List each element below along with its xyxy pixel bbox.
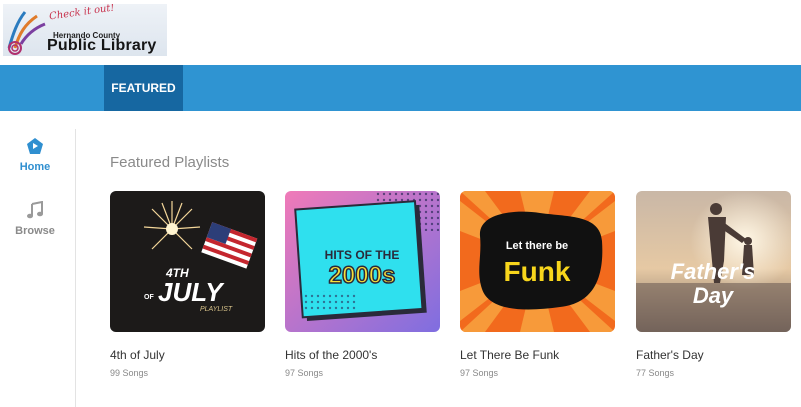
cover-text: 2000s	[329, 262, 396, 289]
playlist-song-count: 77 Songs	[636, 368, 675, 378]
sidebar-item-browse[interactable]: Browse	[0, 201, 70, 237]
playlist-song-count: 97 Songs	[285, 368, 324, 378]
playlist-song-count: 97 Songs	[460, 368, 499, 378]
sidebar-item-label: Browse	[15, 225, 55, 237]
playlist-card[interactable]: 4TH OF JULY PLAYLIST 4th of July 99 Song…	[110, 191, 265, 378]
logo-book-icon	[7, 11, 46, 55]
playlist-cover[interactable]: Father's Day	[636, 191, 791, 332]
cover-text: OF	[144, 294, 154, 301]
playlist-title[interactable]: Let There Be Funk	[460, 348, 615, 362]
section-title: Featured Playlists	[110, 154, 230, 171]
playlist-title[interactable]: Hits of the 2000's	[285, 348, 440, 362]
playlist-cover[interactable]: Let there be Funk	[460, 191, 615, 332]
sidebar-divider	[75, 129, 76, 407]
cover-text: JULY	[158, 277, 225, 307]
cover-text: Funk	[504, 256, 571, 287]
playlist-card[interactable]: Let there be Funk Let There Be Funk 97 S…	[460, 191, 615, 378]
cover-text: HITS OF THE	[325, 248, 400, 262]
sidebar-item-label: Home	[19, 161, 51, 173]
sidebar: Home Browse	[0, 111, 76, 407]
tab-featured[interactable]: FEATURED	[104, 65, 183, 111]
cover-text: Let there be	[506, 240, 568, 252]
playlist-title[interactable]: Father's Day	[636, 348, 791, 362]
cover-text: Father's	[671, 259, 756, 284]
library-logo[interactable]: Check it out! Hernando County Public Lib…	[3, 4, 167, 56]
sidebar-item-home[interactable]: Home	[0, 137, 70, 173]
playlist-cover[interactable]: HITS OF THE 2000s	[285, 191, 440, 332]
playlist-cover[interactable]: 4TH OF JULY PLAYLIST	[110, 191, 265, 332]
logo-name: Public Library	[47, 37, 157, 54]
home-icon	[27, 138, 43, 154]
playlist-card[interactable]: HITS OF THE 2000s Hits of the 2000's 97 …	[285, 191, 440, 378]
playlist-title[interactable]: 4th of July	[110, 348, 265, 362]
playlist-song-count: 99 Songs	[110, 368, 149, 378]
top-nav-bar: FEATURED	[0, 65, 801, 111]
music-note-icon	[27, 201, 43, 219]
playlist-card[interactable]: Father's Day Father's Day 77 Songs	[636, 191, 791, 378]
logo-tagline: Check it out!	[48, 4, 116, 23]
cover-text: Day	[693, 283, 735, 308]
cover-text: PLAYLIST	[200, 306, 233, 313]
